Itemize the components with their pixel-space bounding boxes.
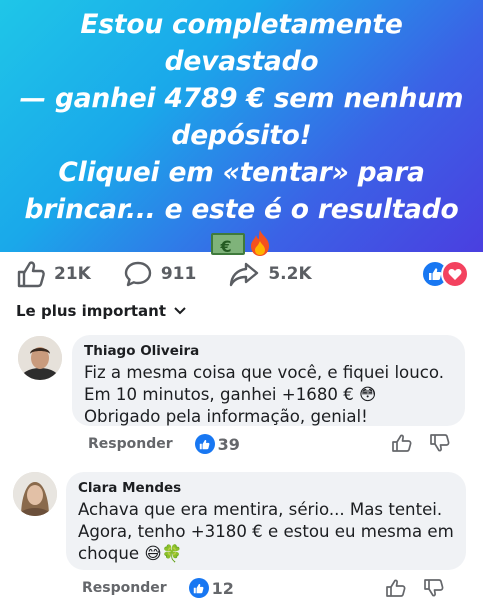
comment-text: Fiz a mesma coisa que você, e fiquei lou… (84, 362, 453, 428)
comment-line: Obrigado pela informação, genial! (84, 407, 368, 426)
like-action[interactable]: 21K (16, 260, 91, 288)
reaction-bar: 21K 911 5.2K (0, 252, 483, 296)
hero-line: Estou completamente devastado (80, 9, 403, 77)
avatar[interactable] (13, 472, 57, 516)
comment-actions: Responder 39 (88, 434, 240, 454)
avatar[interactable] (18, 336, 62, 380)
comment-bubble: Clara Mendes Achava que era mentira, sér… (66, 472, 466, 570)
hero-line: brincar... e este é o resultado (24, 194, 459, 225)
comment-like-count: 12 (211, 578, 234, 598)
comment-vote-buttons (392, 434, 450, 452)
comment-text: Achava que era mentira, sério... Mas ten… (78, 499, 454, 565)
like-count: 21K (54, 264, 91, 284)
comment-count: 911 (160, 264, 197, 284)
thumbs-down-icon[interactable] (424, 579, 444, 597)
comment-author[interactable]: Thiago Oliveira (84, 343, 453, 359)
reaction-summary[interactable] (421, 260, 471, 290)
thumbs-up-icon[interactable] (386, 579, 406, 597)
comment-like-badge: 39 (194, 434, 240, 454)
hero-headline: Estou completamente devastado — ganhei 4… (6, 6, 477, 228)
comment-like-count: 39 (217, 434, 240, 454)
comment-like-badge: 12 (188, 578, 234, 598)
comment-author[interactable]: Clara Mendes (78, 480, 454, 496)
share-count: 5.2K (268, 264, 312, 284)
comment-line: choque 😅🍀 (78, 544, 183, 563)
like-reaction-icon (188, 578, 209, 598)
love-reaction-icon (441, 260, 469, 288)
hero-line: depósito! (171, 120, 312, 151)
hero-line: — ganhei 4789 € sem nenhum (19, 83, 464, 114)
comment-sort-dropdown[interactable]: Le plus important (16, 302, 186, 320)
comment-action[interactable]: 911 (123, 260, 197, 288)
reply-button[interactable]: Responder (88, 436, 173, 452)
hero-line: Cliquei em «tentar» para (58, 157, 425, 188)
like-icon (17, 261, 45, 288)
comment-vote-buttons (386, 579, 444, 597)
share-icon (230, 262, 259, 287)
thumbs-up-icon[interactable] (392, 434, 412, 452)
comment-line: Achava que era mentira, sério... Mas ten… (78, 500, 443, 519)
comment-line: Em 10 minutos, ganhei +1680 € 😳 (84, 385, 377, 404)
thumbs-down-icon[interactable] (430, 434, 450, 452)
comment-line: Agora, tenho +3180 € e estou eu mesma em (78, 522, 454, 541)
comment-actions: Responder 12 (82, 578, 234, 598)
comment-bubble: Thiago Oliveira Fiz a mesma coisa que vo… (72, 335, 465, 426)
comment-line: Fiz a mesma coisa que você, e fiquei lou… (84, 363, 444, 382)
hero-banner: Estou completamente devastado — ganhei 4… (0, 0, 483, 262)
chevron-down-icon (174, 307, 186, 315)
comment-icon (124, 261, 152, 287)
like-reaction-icon (194, 434, 215, 454)
sort-label: Le plus important (16, 302, 167, 320)
reply-button[interactable]: Responder (82, 580, 167, 596)
share-action[interactable]: 5.2K (228, 260, 312, 288)
